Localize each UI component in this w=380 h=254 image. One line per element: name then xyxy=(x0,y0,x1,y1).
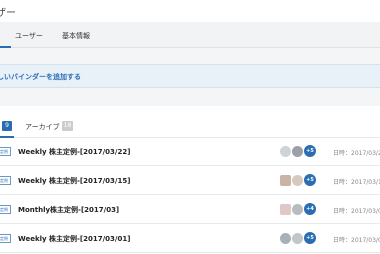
tab-users[interactable]: ユーザー xyxy=(15,31,43,41)
active-count-badge: 9 xyxy=(2,121,12,131)
type-tag: 定例 xyxy=(0,176,11,185)
binder-title[interactable]: Monthly株主定例-[2017/03] xyxy=(18,205,119,215)
avatar xyxy=(280,175,291,186)
binder-date: 日時：2017/03/2 xyxy=(333,150,380,157)
archive-count-badge: 18 xyxy=(62,121,73,131)
binder-title[interactable]: Weekly 株主定例-[2017/03/15] xyxy=(18,176,130,186)
more-members-badge[interactable]: +5 xyxy=(304,145,316,157)
type-tag: 定例 xyxy=(0,147,11,156)
more-members-badge[interactable]: +5 xyxy=(304,174,316,186)
avatar xyxy=(280,146,291,157)
app-root: ザー ユーザー 基本情報 しいバインダーを追加する 9 アーカイブ 18 定例 … xyxy=(0,0,380,254)
add-binder-link[interactable]: しいバインダーを追加する xyxy=(0,72,81,82)
avatar xyxy=(292,204,303,215)
tab-basic-info[interactable]: 基本情報 xyxy=(62,31,90,41)
active-tab-indicator xyxy=(0,46,11,48)
avatar xyxy=(280,233,291,244)
binder-row[interactable]: 定例 Monthly株主定例-[2017/03] +4 日時：2017/03/0 xyxy=(0,196,380,224)
type-tag: 定例 xyxy=(0,205,11,214)
binder-title[interactable]: Weekly 株主定例-[2017/03/22] xyxy=(18,147,130,157)
binder-row[interactable]: 定例 Weekly 株主定例-[2017/03/22] +5 日時：2017/0… xyxy=(0,138,380,166)
binder-subtabs: 9 アーカイブ 18 xyxy=(0,106,380,138)
binder-title[interactable]: Weekly 株主定例-[2017/03/01] xyxy=(18,234,130,244)
avatar xyxy=(292,233,303,244)
more-members-badge[interactable]: +5 xyxy=(304,232,316,244)
more-members-badge[interactable]: +4 xyxy=(304,203,316,215)
type-tag: 定例 xyxy=(0,234,11,243)
binder-row[interactable]: 定例 Weekly 株主定例-[2017/03/15] +5 日時：2017/0… xyxy=(0,167,380,195)
avatar xyxy=(292,175,303,186)
binder-date: 日時：2017/03/1 xyxy=(333,179,380,186)
binder-row[interactable]: 定例 Weekly 株主定例-[2017/03/01] +5 日時：2017/0… xyxy=(0,225,380,253)
binder-list-panel: 9 アーカイブ 18 定例 Weekly 株主定例-[2017/03/22] +… xyxy=(0,106,380,254)
add-binder-banner: しいバインダーを追加する xyxy=(0,64,380,88)
binder-date: 日時：2017/03/0 xyxy=(333,208,380,215)
tab-archive[interactable]: アーカイブ xyxy=(25,122,60,132)
binder-date: 日時：2017/03/0 xyxy=(333,237,380,244)
avatar xyxy=(292,146,303,157)
main-tabs: ユーザー 基本情報 xyxy=(0,22,380,48)
avatar xyxy=(280,204,291,215)
page-title: ザー xyxy=(0,8,16,19)
top-bar: ザー xyxy=(0,0,380,22)
